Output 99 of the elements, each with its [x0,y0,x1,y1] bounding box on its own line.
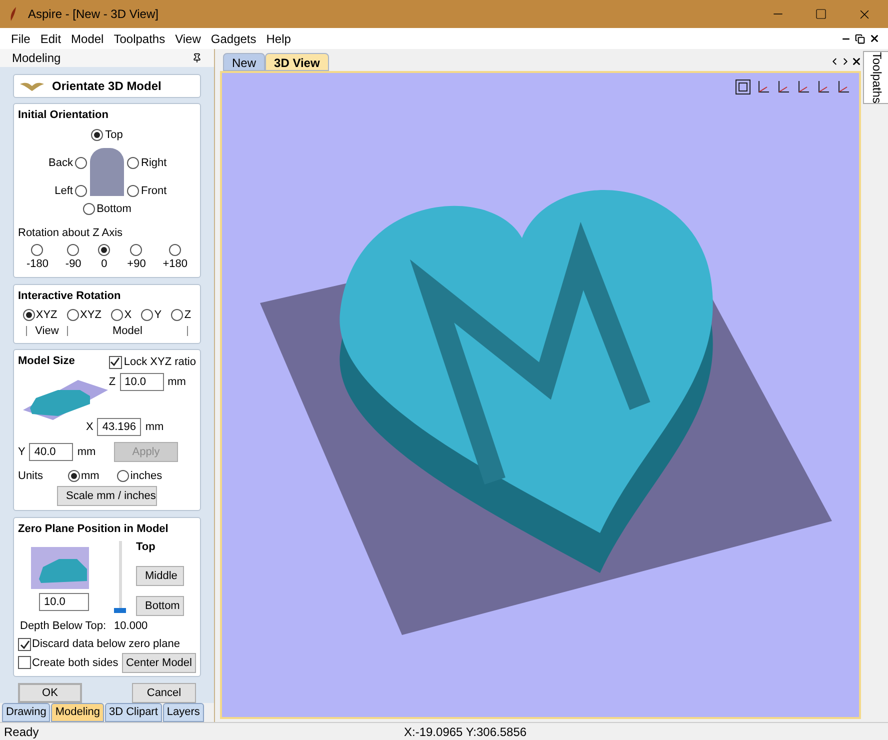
label: Top [136,540,156,556]
label: mm [145,420,164,434]
document-tab[interactable]: 3D View [265,53,329,71]
label: inches [130,468,162,484]
restore-icon[interactable] [855,34,865,44]
panel-tab[interactable]: Layers [162,703,204,722]
button[interactable]: Cancel [132,682,196,703]
radio-button[interactable] [75,184,87,197]
wings-icon [20,81,44,92]
menu-item[interactable]: File [6,30,36,48]
maximize-icon[interactable] [815,8,827,20]
radio-button[interactable] [67,244,80,256]
panel-tab[interactable]: Modeling [51,703,104,722]
label: Front [141,184,167,199]
label: -90 [65,256,82,272]
bust-placeholder [90,148,124,196]
radio-button[interactable] [67,308,80,321]
label: Model [112,325,142,338]
label: Create both sides [32,656,118,671]
coordinates-text: X:-19.0965 Y:306.5856 [404,724,527,740]
label: Y [154,308,162,323]
panel-tab[interactable]: 3D Clipart [105,703,162,722]
radio-button[interactable] [141,308,154,321]
pin-icon[interactable] [192,53,202,63]
radio-button[interactable] [31,244,44,256]
status-text: Ready [4,724,40,740]
checkbox[interactable] [18,656,31,670]
label: Right [141,156,167,171]
label: View [35,325,59,338]
input-field[interactable]: 40.0 [29,442,74,461]
menu-item[interactable]: Gadgets [206,30,262,48]
label: XYZ [80,308,102,323]
close-icon[interactable] [851,56,862,67]
radio-button[interactable] [75,156,87,169]
label: Back [48,156,73,171]
menu-item[interactable]: Edit [35,30,66,48]
label: X [124,308,132,323]
label: Rotation about Z Axis [18,226,123,239]
toolpaths-side-tab[interactable]: Toolpaths [863,51,888,104]
fit-view-icon[interactable] [735,79,751,95]
label: X [86,420,94,434]
button[interactable]: Middle [136,566,184,586]
orientate-button[interactable]: Orientate 3D Model [13,74,201,98]
document-tab[interactable]: New [223,53,266,71]
section-title: Initial Orientation [18,108,108,124]
flame-icon [10,7,18,21]
radio-button[interactable] [127,184,139,197]
label: mm [168,375,186,390]
label: mm [77,444,96,460]
radio-button[interactable] [111,308,124,321]
radio-button[interactable] [117,470,130,482]
label: Depth Below Top: [20,618,106,634]
menu-item[interactable]: Model [66,30,109,48]
radio-button[interactable] [169,244,182,256]
menu-item[interactable]: View [170,30,206,48]
label: Left [54,184,73,199]
radio-button[interactable] [22,308,35,321]
slider-thumb[interactable] [114,608,126,614]
button[interactable]: Scale mm / inches [57,486,157,506]
checkbox[interactable] [108,356,122,368]
slider-track[interactable] [114,541,126,614]
radio-button[interactable] [91,128,104,141]
menu-item[interactable]: Toolpaths [108,30,170,48]
radio-button[interactable] [68,470,80,482]
button[interactable]: Center Model [122,652,196,673]
section-title: Interactive Rotation [18,289,121,304]
label: Bottom [96,202,132,217]
label: mm [81,468,100,484]
checkbox[interactable] [18,638,31,652]
label: Y [18,444,26,460]
radio-button[interactable] [98,244,110,256]
panel-tab[interactable]: Drawing [2,703,50,722]
label: Units [18,468,44,484]
radio-button[interactable] [127,156,139,169]
label: +180 [162,256,188,272]
input-field[interactable]: 10.0 [39,593,89,612]
section-title: Zero Plane Position in Model [18,522,168,537]
section-title: Model Size [18,354,75,370]
input-field[interactable]: 10.0 [120,373,164,392]
label: Discard data below zero plane [32,637,180,652]
panel-title: Modeling [12,50,61,67]
label: Z [108,375,116,390]
input-field[interactable]: 43.196 [97,418,142,436]
button[interactable]: Bottom [136,596,184,616]
label: +90 [127,256,146,272]
label: -180 [26,256,48,272]
label: Z [184,308,192,323]
label: 10.000 [114,618,148,634]
radio-button[interactable] [82,202,95,215]
label: Top [105,128,123,143]
label: 0 [101,256,108,272]
menu-item[interactable]: Help [261,30,296,48]
label: XYZ [36,308,58,323]
radio-button[interactable] [171,308,184,321]
close-icon[interactable] [869,33,880,44]
button[interactable]: OK [18,682,82,703]
radio-button[interactable] [130,244,142,256]
label: Lock XYZ ratio [124,354,196,370]
window-title: Aspire - [New - 3D View] [28,6,158,23]
